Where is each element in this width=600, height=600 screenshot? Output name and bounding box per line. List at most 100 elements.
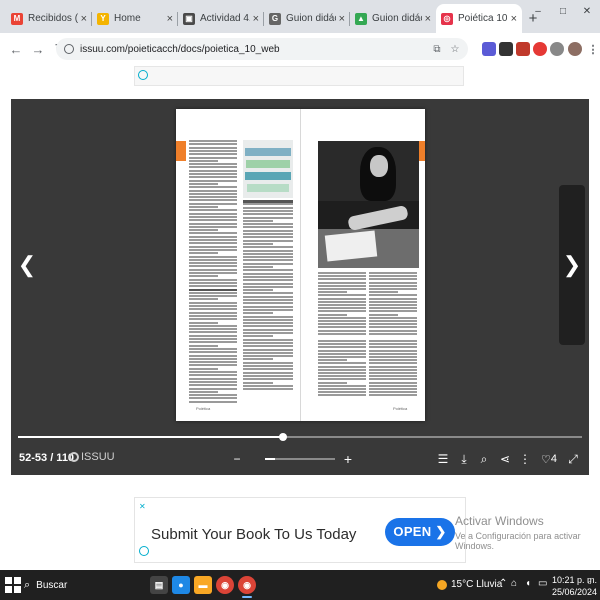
text-line: [243, 355, 293, 358]
close-tab-icon[interactable]: ×: [167, 13, 173, 25]
address-bar[interactable]: issuu.com/poieticacch/docs/poietica_10_w…: [56, 38, 468, 60]
text-line: [243, 361, 293, 364]
tab-gmail[interactable]: M Recibidos (11) - natal ×: [6, 4, 92, 33]
back-button[interactable]: ←: [6, 39, 26, 59]
previous-page-button[interactable]: ❮: [14, 185, 40, 345]
text-line: [189, 377, 237, 380]
text-line: [243, 216, 293, 219]
more-options-icon[interactable]: ⋮: [518, 451, 532, 467]
search-icon[interactable]: ⌕: [477, 451, 491, 467]
extension-icon[interactable]: [499, 42, 513, 56]
close-tab-icon[interactable]: ×: [81, 13, 87, 25]
tab-home[interactable]: Y Home ×: [92, 4, 178, 33]
text-line: [189, 192, 237, 195]
weather-text: 15°C Lluvia: [451, 579, 503, 590]
text-line: [189, 235, 237, 238]
zoom-in-button[interactable]: +: [341, 451, 355, 467]
tray-chevron-icon[interactable]: ⌃: [499, 578, 507, 589]
text-line: [243, 341, 293, 344]
extension-icon[interactable]: [516, 42, 530, 56]
text-line: [189, 189, 237, 192]
text-line: [243, 259, 293, 262]
text-line: [189, 314, 237, 317]
document-icon: ▣: [183, 12, 195, 25]
network-icon[interactable]: ⌂: [511, 578, 517, 589]
text-line: [189, 149, 237, 152]
text-line: [369, 349, 417, 352]
next-page-button[interactable]: ❯: [559, 185, 585, 345]
ad-headline[interactable]: Submit Your Book To Us Today: [151, 526, 356, 543]
text-line: [189, 173, 237, 175]
bookmark-star-icon[interactable]: ☆: [448, 42, 462, 56]
top-ad-banner[interactable]: [134, 66, 464, 86]
text-line: [243, 285, 293, 288]
page-scrubber[interactable]: [18, 433, 582, 441]
translate-icon[interactable]: ⧉: [430, 42, 444, 56]
close-tab-icon[interactable]: ×: [253, 13, 259, 25]
close-tab-icon[interactable]: ×: [339, 13, 345, 25]
windows-start-icon[interactable]: [5, 577, 21, 593]
notifications-icon[interactable]: ▫: [588, 578, 592, 589]
text-line: [243, 229, 293, 232]
text-line: [243, 338, 293, 341]
text-line: [318, 346, 366, 349]
menu-kebab-icon[interactable]: ⋮: [586, 42, 600, 56]
text-line: [369, 284, 417, 287]
url-text[interactable]: issuu.com/poieticacch/docs/poietica_10_w…: [80, 44, 280, 55]
extension-icon[interactable]: [482, 42, 496, 56]
extension-icon[interactable]: [533, 42, 547, 56]
close-tab-icon[interactable]: ×: [425, 13, 431, 25]
app-icon[interactable]: ●: [172, 576, 190, 594]
text-line: [189, 364, 237, 367]
text-line: [189, 390, 218, 393]
zoom-slider[interactable]: [265, 458, 335, 460]
chrome-icon[interactable]: ◉: [216, 576, 234, 594]
weather-widget[interactable]: 15°C Lluvia: [437, 579, 502, 590]
speaker-icon[interactable]: ◖: [525, 578, 531, 589]
site-info-icon[interactable]: [64, 44, 74, 54]
taskbar-search[interactable]: ⌕ Buscar: [24, 574, 142, 596]
battery-icon[interactable]: ▭: [538, 578, 547, 589]
file-explorer-icon[interactable]: ▬: [194, 576, 212, 594]
watermark-line-2: Ve a Configuración para activar Windows.: [455, 531, 581, 551]
chrome-active-icon[interactable]: ◉: [238, 576, 256, 598]
table-of-contents-icon[interactable]: ☰: [436, 451, 450, 467]
text-line: [189, 321, 218, 324]
text-line: [369, 352, 417, 355]
close-tab-icon[interactable]: ×: [511, 13, 517, 25]
fullscreen-icon[interactable]: ⤢: [566, 451, 580, 467]
text-line: [189, 351, 237, 354]
text-line: [243, 305, 293, 308]
likes-counter[interactable]: ♡ 4: [539, 451, 559, 467]
issuu-logo[interactable]: ISSUU: [69, 451, 115, 463]
text-line: [243, 299, 293, 301]
ad-choices-icon[interactable]: [139, 546, 149, 556]
extensions-puzzle-icon[interactable]: [550, 42, 564, 56]
tab-title: Actividad 4. Primero: [200, 13, 250, 24]
text-line: [243, 384, 293, 387]
zoom-out-button[interactable]: −: [228, 451, 246, 467]
close-window-button[interactable]: ✕: [576, 0, 598, 22]
text-line: [369, 329, 417, 332]
share-icon[interactable]: ⋖: [498, 451, 512, 467]
text-line: [189, 258, 237, 261]
forward-button[interactable]: →: [28, 39, 48, 59]
tab-guion-1[interactable]: G Guion didáctico (1) - ×: [264, 4, 350, 33]
bottom-ad-banner[interactable]: ✕ Submit Your Book To Us Today OPEN ❯: [134, 497, 466, 563]
ad-open-button[interactable]: OPEN ❯: [385, 518, 455, 546]
ad-close-icon[interactable]: ✕: [139, 502, 147, 511]
download-icon[interactable]: ⤓: [457, 451, 471, 467]
text-line: [318, 343, 366, 346]
text-line: [243, 223, 293, 226]
ad-choices-icon[interactable]: [138, 70, 148, 80]
tab-actividad[interactable]: ▣ Actividad 4. Primero ×: [178, 4, 264, 33]
tab-guion-2[interactable]: ▲ Guion didáctico_EEM ×: [350, 4, 436, 33]
task-view-icon[interactable]: ▤: [150, 576, 168, 594]
minimize-button[interactable]: –: [527, 0, 549, 22]
text-line: [189, 400, 237, 403]
site-icon: G: [269, 12, 281, 25]
maximize-button[interactable]: □: [552, 0, 574, 22]
tab-poietica[interactable]: ◎ Poiética 10 "El libro" ×: [436, 4, 522, 33]
profile-avatar[interactable]: [568, 42, 582, 56]
text-line: [189, 341, 237, 344]
